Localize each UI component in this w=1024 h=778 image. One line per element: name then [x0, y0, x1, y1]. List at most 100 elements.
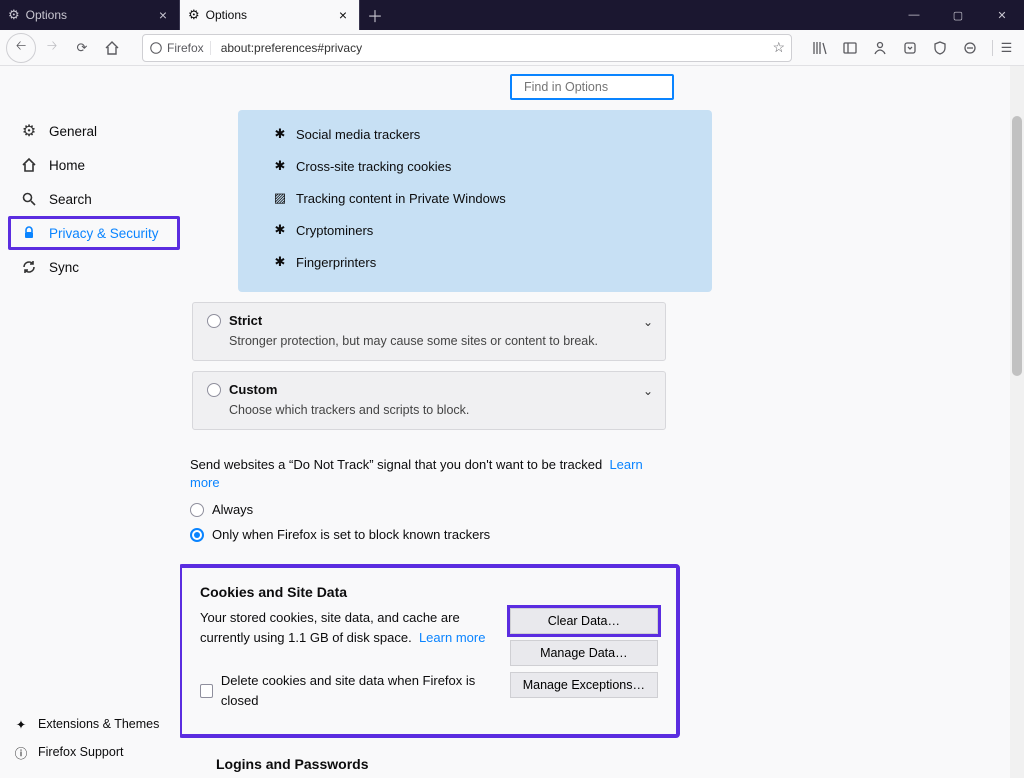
- manage-exceptions-button[interactable]: Manage Exceptions…: [510, 672, 658, 698]
- scrollbar[interactable]: [1010, 66, 1024, 778]
- manage-data-button[interactable]: Manage Data…: [510, 640, 658, 666]
- social-icon: ✱: [272, 126, 288, 142]
- new-tab-button[interactable]: ＋: [360, 0, 390, 30]
- section-title: Cookies and Site Data: [200, 584, 658, 600]
- tracker-label: Tracking content in Private Windows: [296, 191, 506, 206]
- titlebar: ⚙ Options × ⚙ Options × ＋ — ▢ ✕: [0, 0, 1024, 30]
- home-icon: [19, 157, 39, 173]
- home-button[interactable]: [98, 34, 126, 62]
- sidebar-extensions[interactable]: ✦ Extensions & Themes: [8, 710, 163, 738]
- tracker-label: Cross-site tracking cookies: [296, 159, 451, 174]
- radio-custom[interactable]: [207, 383, 221, 397]
- sidebar-item-sync[interactable]: Sync: [8, 250, 180, 284]
- tracker-item: ✱ Cross-site tracking cookies: [272, 150, 712, 182]
- checkbox-label: Delete cookies and site data when Firefo…: [221, 671, 490, 710]
- account-icon[interactable]: [872, 40, 888, 56]
- clear-data-button[interactable]: Clear Data…: [510, 608, 658, 634]
- sidebar-item-label: Home: [49, 158, 85, 173]
- radio-always[interactable]: [190, 503, 204, 517]
- pocket-icon[interactable]: [902, 40, 918, 56]
- tab-label: Options: [206, 8, 335, 22]
- cryptominer-icon: ✱: [272, 222, 288, 238]
- gear-icon: ⚙: [188, 7, 200, 23]
- checkbox-delete-on-close[interactable]: [200, 684, 213, 698]
- tracker-item: ✱ Cryptominers: [272, 214, 712, 246]
- protection-custom-card[interactable]: Custom Choose which trackers and scripts…: [192, 371, 666, 430]
- lock-icon: [19, 225, 39, 241]
- menu-icon[interactable]: ☰: [992, 40, 1008, 56]
- forward-button[interactable]: 🡢: [38, 34, 66, 62]
- sidebar-item-privacy[interactable]: Privacy & Security: [8, 216, 180, 250]
- sidebar-item-label: Search: [49, 192, 92, 207]
- sidebar-item-search[interactable]: Search: [8, 182, 180, 216]
- dnt-always-row[interactable]: Always: [190, 502, 668, 517]
- reload-button[interactable]: ⟳: [68, 34, 96, 62]
- browser-tab-active[interactable]: ⚙ Options ×: [180, 0, 360, 30]
- page-body: ⚙ General Home Search Privacy & Securit: [0, 66, 1024, 778]
- tracking-content-icon: ▨: [272, 190, 288, 206]
- tracker-label: Cryptominers: [296, 223, 373, 238]
- radio-label: Only when Firefox is set to block known …: [212, 527, 490, 542]
- standard-protection-panel: ✱ Social media trackers ✱ Cross-site track…: [238, 110, 712, 292]
- dnt-only-row[interactable]: Only when Firefox is set to block known …: [190, 527, 668, 542]
- chevron-down-icon[interactable]: ⌄: [643, 384, 653, 398]
- close-window-button[interactable]: ✕: [980, 0, 1024, 30]
- back-button[interactable]: 🡠: [6, 33, 36, 63]
- protection-strict-card[interactable]: Strict Stronger protection, but may caus…: [192, 302, 666, 361]
- gear-icon: ⚙: [19, 121, 39, 141]
- help-icon: ⓘ: [12, 743, 30, 762]
- find-input[interactable]: [524, 80, 685, 94]
- library-icon[interactable]: [812, 40, 828, 56]
- firefox-icon: [149, 41, 163, 55]
- sidebar-item-label: General: [49, 124, 97, 139]
- protections-icon[interactable]: [962, 40, 978, 56]
- card-title: Custom: [229, 382, 277, 397]
- cookie-icon: ✱: [272, 158, 288, 174]
- sidebar-item-label: Sync: [49, 260, 79, 275]
- window-controls: — ▢ ✕: [892, 0, 1024, 30]
- dnt-text: Send websites a “Do Not Track” signal th…: [190, 457, 602, 472]
- close-tab-icon[interactable]: ×: [155, 7, 171, 23]
- shield-icon[interactable]: [932, 40, 948, 56]
- gear-icon: ⚙: [8, 7, 20, 23]
- bookmark-star-icon[interactable]: ☆: [772, 39, 785, 56]
- sidebar-item-label: Firefox Support: [38, 745, 123, 759]
- radio-strict[interactable]: [207, 314, 221, 328]
- close-tab-icon[interactable]: ×: [335, 7, 351, 23]
- identity-box[interactable]: Firefox: [149, 41, 211, 55]
- sync-icon: [19, 259, 39, 275]
- sidebar-support[interactable]: ⓘ Firefox Support: [8, 738, 163, 766]
- tracker-label: Social media trackers: [296, 127, 420, 142]
- learn-more-link[interactable]: Learn more: [419, 630, 485, 645]
- address-text: about:preferences#privacy: [221, 41, 767, 55]
- delete-cookies-row[interactable]: Delete cookies and site data when Firefo…: [200, 671, 490, 710]
- radio-only-blocking[interactable]: [190, 528, 204, 542]
- sidebar-item-label: Extensions & Themes: [38, 717, 159, 731]
- find-in-options[interactable]: [510, 74, 674, 100]
- navbar: 🡠 🡢 ⟳ Firefox about:preferences#privacy …: [0, 30, 1024, 66]
- chevron-down-icon[interactable]: ⌄: [643, 315, 653, 329]
- logins-section: Logins and Passwords Ask to save logins …: [216, 756, 694, 778]
- sidebar-item-home[interactable]: Home: [8, 148, 180, 182]
- card-desc: Stronger protection, but may cause some …: [229, 334, 651, 348]
- minimize-button[interactable]: —: [892, 0, 936, 30]
- scrollbar-thumb[interactable]: [1012, 116, 1022, 376]
- url-bar[interactable]: Firefox about:preferences#privacy ☆: [142, 34, 792, 62]
- puzzle-icon: ✦: [12, 717, 30, 732]
- home-icon: [104, 40, 120, 56]
- identity-label: Firefox: [167, 41, 204, 55]
- tracker-item: ✱ Social media trackers: [272, 118, 712, 150]
- maximize-button[interactable]: ▢: [936, 0, 980, 30]
- tab-label: Options: [26, 8, 155, 22]
- sidebar-item-general[interactable]: ⚙ General: [8, 114, 180, 148]
- search-icon: [19, 191, 39, 207]
- content-area: ✱ Social media trackers ✱ Cross-site track…: [180, 66, 1024, 778]
- sidebar-icon[interactable]: [842, 40, 858, 56]
- browser-tab[interactable]: ⚙ Options ×: [0, 0, 180, 30]
- tracker-item: ▨ Tracking content in Private Windows: [272, 182, 712, 214]
- cookies-section: Cookies and Site Data Your stored cookie…: [180, 564, 680, 738]
- sidebar: ⚙ General Home Search Privacy & Securit: [0, 66, 180, 778]
- fingerprint-icon: ✱: [272, 254, 288, 270]
- tracker-item: ✱Fingerprinters: [272, 246, 712, 278]
- radio-label: Always: [212, 502, 253, 517]
